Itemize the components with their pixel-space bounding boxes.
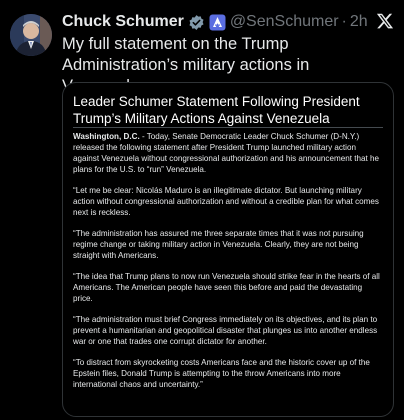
statement-paragraph: “To distract from skyrocketing costs Ame… bbox=[73, 358, 370, 389]
statement-paragraph: “The administration has assured me three… bbox=[73, 229, 364, 260]
statement-paragraph: “The administration must brief Congress … bbox=[73, 315, 378, 346]
post-time[interactable]: 2h bbox=[350, 13, 368, 31]
title-divider bbox=[73, 127, 383, 128]
post-header: Chuck Schumer @SenSchumer · 2h bbox=[62, 11, 394, 33]
avatar[interactable] bbox=[10, 14, 52, 56]
author-handle[interactable]: @SenSchumer bbox=[230, 13, 339, 31]
x-logo-icon[interactable] bbox=[376, 12, 394, 30]
statement-place: Washington, D.C. bbox=[73, 132, 140, 141]
statement-paragraph: “Let me be clear: Nicolás Maduro is an i… bbox=[73, 186, 379, 217]
statement-image-card[interactable]: Leader Schumer Statement Following Presi… bbox=[62, 82, 394, 417]
separator-dot: · bbox=[341, 13, 347, 30]
statement-title: Leader Schumer Statement Following Presi… bbox=[73, 94, 360, 126]
statement-intro: Washington, D.C. - Today, Senate Democra… bbox=[73, 131, 381, 175]
avatar-photo bbox=[10, 14, 52, 56]
government-affiliate-icon[interactable] bbox=[209, 14, 226, 31]
author-name[interactable]: Chuck Schumer bbox=[62, 13, 184, 31]
statement-paragraph: “The idea that Trump plans to now run Ve… bbox=[73, 272, 380, 303]
post: Chuck Schumer @SenSchumer · 2h My full s… bbox=[0, 0, 404, 420]
verified-badge-icon bbox=[188, 14, 205, 31]
statement-body: Washington, D.C. - Today, Senate Democra… bbox=[73, 131, 381, 400]
